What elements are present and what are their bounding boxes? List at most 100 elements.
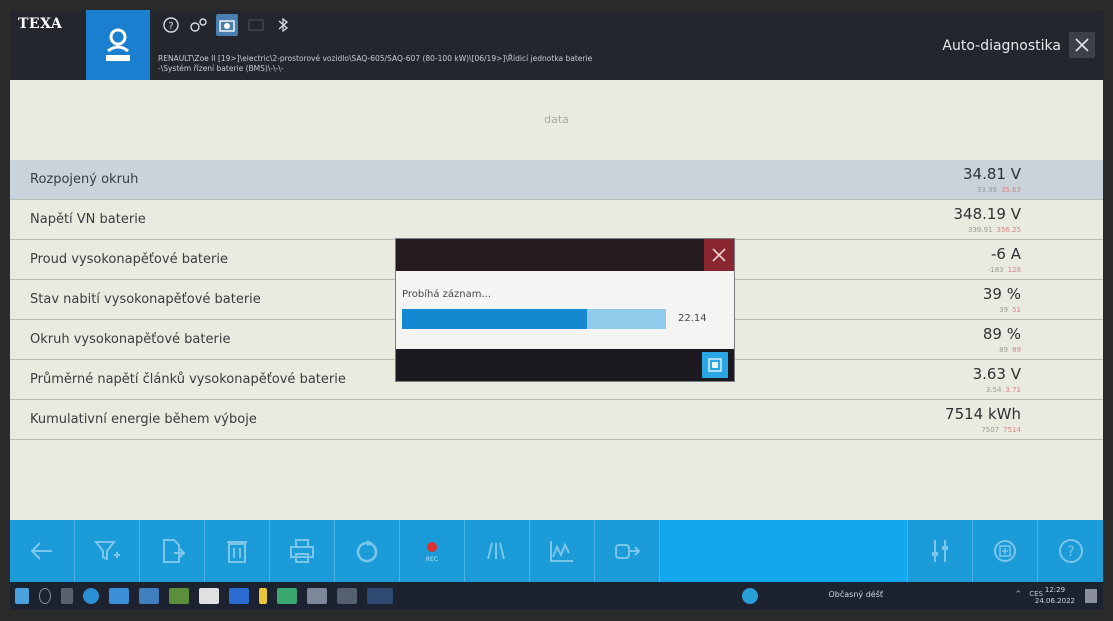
row-range: 89 89 [999,346,1021,354]
export-button[interactable] [140,520,205,582]
toolbar-active-area[interactable] [660,520,908,582]
range-max: 35.63 [1000,186,1021,194]
progress-bar [402,309,666,329]
filter-add-button[interactable] [75,520,140,582]
range-min: 89 [999,346,1009,354]
close-button[interactable] [1069,32,1095,58]
graph-button[interactable] [530,520,595,582]
range-min: -183 [987,266,1004,274]
row-value: 39 % [982,285,1021,303]
row-range: 33.99 35.63 [977,186,1021,194]
texa-logo: TEXA [18,16,63,32]
range-max: 51 [1012,306,1021,314]
data-row[interactable]: Kumulativní energie během výboje 7514 kWh… [10,400,1103,440]
range-min: 3.54 [985,386,1002,394]
weather-widget[interactable]: Občasný déšť [829,590,884,599]
columns-icon [487,542,505,560]
row-label: Okruh vysokonapěťové baterie [30,332,231,347]
breadcrumb-line: RENAULT\Zoe II [19>]\electric\2-prostoro… [158,54,593,63]
row-range: 3.54 3.71 [986,386,1021,394]
help-icon[interactable]: ? [160,14,182,36]
camera-button[interactable] [216,14,238,36]
app-icon[interactable] [229,588,249,604]
range-max: 3.71 [1005,386,1021,394]
app-icon[interactable] [169,588,189,604]
help-button[interactable]: ? [1038,520,1103,582]
section-label: data [544,112,569,126]
app-icon[interactable] [139,588,159,604]
columns-button[interactable] [465,520,530,582]
breadcrumb: RENAULT\Zoe II [19>]\electric\2-prostoro… [158,54,718,74]
range-max: 356.25 [996,226,1022,234]
task-view-icon[interactable] [61,588,73,604]
range-max: 7514 [1003,426,1021,434]
row-label: Kumulativní energie během výboje [30,412,257,427]
range-min: 7507 [981,426,1000,434]
app-icon[interactable] [337,588,357,604]
app-title: Auto-diagnostika [942,38,1061,54]
dialog-close-button[interactable] [704,239,734,271]
data-row[interactable]: Napětí VN baterie 348.19 V 339.91 356.25 [10,200,1103,240]
active-app-icon[interactable] [367,588,393,604]
row-value: 34.81 V [963,165,1021,183]
clock-date: 24.06.2022 [1034,597,1075,605]
bottom-toolbar: REC ? [10,520,1103,582]
data-row[interactable]: Rozpojený okruh 34.81 V 33.99 35.63 [10,160,1103,200]
app-icon[interactable] [277,588,297,604]
svg-text:?: ? [1067,544,1074,560]
dialog-message: Probíhá záznam... [402,289,492,300]
row-value: 7514 kWh [945,405,1021,423]
connect-icon [615,544,641,559]
recording-dialog: Probíhá záznam... 22.14 [395,238,735,382]
export-icon [163,539,186,563]
notification-icon[interactable] [1085,589,1097,603]
progress-fill [402,309,587,329]
screen: TEXA ? RENAULT\Zoe II [19>]\electric\2-p… [10,10,1103,610]
refresh-button[interactable] [335,520,400,582]
mail-icon[interactable] [109,588,129,604]
help-icon: ? [1058,539,1083,563]
chevron-up-icon[interactable]: ^ [1015,590,1021,598]
app-header: TEXA ? RENAULT\Zoe II [19>]\electric\2-p… [10,10,1103,80]
row-range: 39 51 [999,306,1021,314]
range-max: 89 [1012,346,1021,354]
bluetooth-icon [272,14,294,36]
row-value: 348.19 V [953,205,1021,223]
row-value: 3.63 V [972,365,1021,383]
connect-button[interactable] [595,520,660,582]
delete-button[interactable] [205,520,270,582]
app-icon[interactable] [259,588,267,604]
adjust-button[interactable] [908,520,973,582]
dialog-footer [396,349,734,381]
svg-text:?: ? [168,21,173,32]
print-button[interactable] [270,520,335,582]
range-min: 39 [999,306,1009,314]
progress-value: 22.14 [678,313,707,324]
profile-button[interactable] [86,10,150,80]
search-icon[interactable] [39,588,51,604]
add-button[interactable] [973,520,1038,582]
stop-recording-button[interactable] [702,352,728,378]
start-icon[interactable] [15,588,29,604]
record-button[interactable]: REC [400,520,465,582]
record-icon [427,541,437,552]
app-icon[interactable] [199,588,219,604]
row-label: Průměrné napětí článků vysokonapěťové ba… [30,372,346,387]
back-arrow-icon [30,542,52,560]
clock[interactable]: 12:29 24.06.2022 [1035,585,1075,607]
record-label: REC [425,555,439,563]
row-value: 89 % [982,325,1021,343]
breadcrumb-line: -\Systém řízení baterie (BMS)\-\-\- [158,64,284,73]
row-label: Rozpojený okruh [30,172,139,187]
app-tray-icon[interactable] [742,588,758,604]
back-button[interactable] [10,520,75,582]
print-icon [290,539,314,563]
edge-icon[interactable] [83,588,99,604]
row-label: Proud vysokonapěťové baterie [30,252,228,267]
settings-icon[interactable] [188,14,210,36]
add-icon [994,540,1016,562]
range-min: 33.99 [976,186,997,194]
dialog-titlebar [396,239,734,271]
os-taskbar: Občasný déšť ^ CES 12:29 24.06.2022 [10,582,1103,610]
app-icon[interactable] [307,588,327,604]
